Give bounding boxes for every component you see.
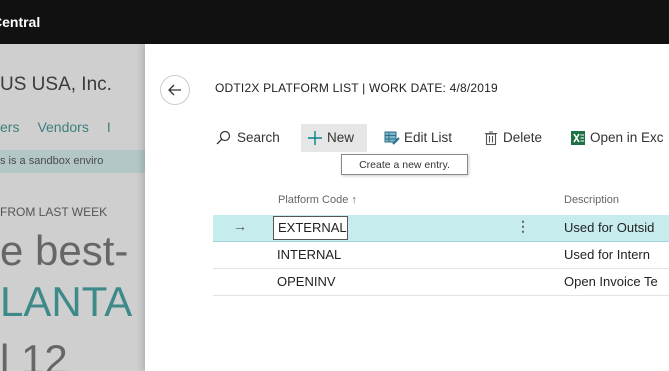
back-button[interactable] <box>160 75 190 105</box>
search-icon <box>216 130 231 145</box>
app-title[interactable]: Central <box>0 14 40 30</box>
edit-list-label: Edit List <box>404 130 453 145</box>
description-cell: Open Invoice Te <box>564 274 658 289</box>
delete-button[interactable]: Delete <box>483 124 553 152</box>
platform-code-cell[interactable]: INTERNAL <box>277 247 341 262</box>
edit-list-icon <box>384 131 400 145</box>
open-in-excel-button[interactable]: Open in Exc <box>570 124 669 152</box>
excel-icon <box>571 131 585 145</box>
nav-item-items[interactable]: I <box>107 119 111 135</box>
background-nav: ers Vendors I <box>0 119 129 135</box>
arrow-right-icon: → <box>233 218 247 234</box>
description-cell: Used for Intern <box>564 247 650 262</box>
new-label: New <box>327 130 355 145</box>
background-page: US USA, Inc. ers Vendors I s is a sandbox … <box>0 44 145 371</box>
nav-item-vendors[interactable]: Vendors <box>37 119 88 135</box>
edit-list-button[interactable]: Edit List <box>384 124 470 152</box>
headline-line-3: l 12 <box>0 336 68 371</box>
nav-item-customers[interactable]: ers <box>0 119 19 135</box>
headline-line-1: e best- <box>0 227 129 274</box>
column-header-description[interactable]: Description <box>564 194 619 206</box>
sandbox-notice: s is a sandbox enviro <box>0 150 145 173</box>
app-window: Central US USA, Inc. ers Vendors I s is a … <box>0 0 669 371</box>
description-cell: Used for Outsid <box>564 220 655 235</box>
search-button[interactable]: Search <box>215 124 295 152</box>
platform-list-panel: ODTI2X PLATFORM LIST | WORK DATE: 4/8/20… <box>145 44 669 371</box>
new-entry-tooltip: Create a new entry. <box>341 154 468 175</box>
headline-line-2: LANTA <box>0 278 133 325</box>
table-row[interactable]: INTERNAL Used for Intern <box>213 242 669 269</box>
open-in-excel-label: Open in Exc <box>590 130 664 145</box>
new-button[interactable]: New <box>301 124 367 152</box>
arrow-left-icon <box>168 84 181 96</box>
table-row[interactable]: OPENINV Open Invoice Te <box>213 269 669 296</box>
column-header-platform-code[interactable]: Platform Code ↑ <box>278 194 357 206</box>
page-title: ODTI2X PLATFORM LIST | WORK DATE: 4/8/20… <box>215 81 498 95</box>
headline-label: FROM LAST WEEK <box>0 205 108 219</box>
more-vertical-icon[interactable]: ⋮ <box>516 218 530 235</box>
platform-code-input[interactable]: EXTERNAL <box>273 216 348 240</box>
platform-code-cell[interactable]: OPENINV <box>277 274 336 289</box>
delete-label: Delete <box>503 130 543 145</box>
top-app-bar: Central <box>0 0 669 44</box>
search-label: Search <box>237 130 280 145</box>
company-name: US USA, Inc. <box>0 74 112 95</box>
plus-icon <box>308 131 322 145</box>
table-row[interactable]: → EXTERNAL ⋮ Used for Outsid <box>213 215 669 242</box>
trash-icon <box>485 131 497 146</box>
